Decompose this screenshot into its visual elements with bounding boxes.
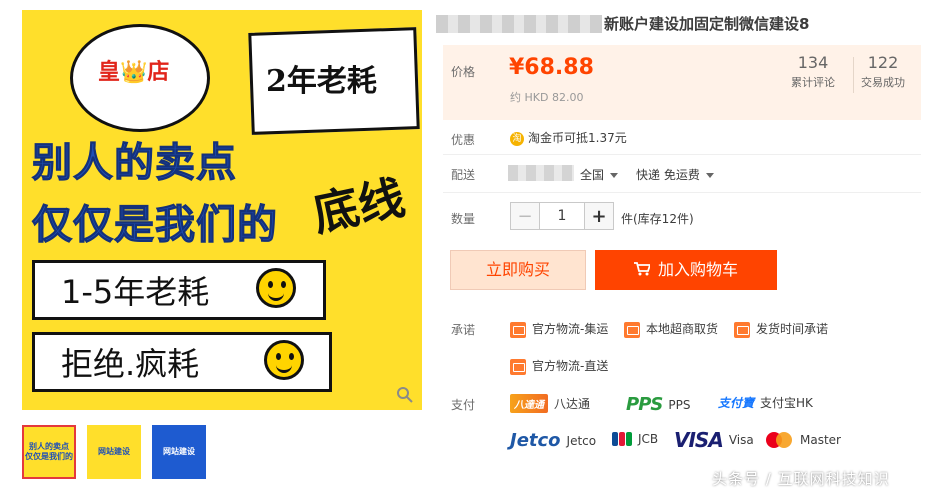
headline-line-2: 仅仅是我们的 [32,202,278,249]
payment-method-label: Jetco [566,433,597,448]
promise-item[interactable]: 本地超商取货 [624,320,718,338]
chevron-down-icon [705,173,714,178]
taojinbi-coin-icon: 淘 [510,131,524,146]
payment-method-label: JCB [638,432,659,446]
payment-method-jcb: JCB [612,432,658,446]
promise-item[interactable]: 发货时间承诺 [734,320,828,338]
pps-logo-icon: PPS [626,394,663,415]
payment-method-label: PPS [668,397,691,412]
increase-quantity-button[interactable]: + [585,203,613,229]
mastercard-logo-icon [766,432,794,448]
region-value: 全国 [580,168,605,182]
banner-1-text: 1-5年老耗 [61,273,210,311]
payment-method-octopus: 八達通 八达通 [510,394,590,413]
shipping-label: 配送 [451,168,476,182]
divider [443,154,921,155]
region-select[interactable]: 全国 [580,166,619,183]
payment-label: 支付 [451,398,476,412]
stock-text: 件(库存12件) [621,212,694,226]
truck-icon [510,358,526,375]
payment-method-master: Master [766,432,841,448]
add-to-cart-button[interactable]: 加入购物车 [595,250,777,290]
payment-method-visa: VISA Visa [674,428,754,452]
alipay-logo-icon: 支付寶 [718,396,755,410]
smiley-icon [256,268,296,308]
chevron-down-icon [610,173,619,178]
payment-method-alipay: 支付寶 支付宝HK [718,394,813,411]
price-value: ¥68.88 [509,55,594,80]
thumbnail-2-label: 网站建设 [98,447,130,457]
promise-label: 承诺 [451,323,476,337]
headline-line-1: 别人的卖点 [32,140,237,187]
stat-divider [853,57,854,93]
thumbnail-1[interactable]: 别人的卖点 仅仅是我们的 [22,425,76,479]
thumbnail-2[interactable]: 网站建设 [87,425,141,479]
logistics-icon [510,321,526,338]
sales-count: 122 [867,53,899,72]
delivery-time-icon [734,321,750,338]
magnifier-icon[interactable] [396,386,414,404]
thumbnail-3-label: 网站建设 [163,447,195,457]
reviews-stat[interactable]: 134 累计评论 [791,53,835,90]
promise-item[interactable]: 官方物流-直送 [510,357,608,375]
payment-method-jetco: Jetco Jetco [510,430,596,451]
banner-2-text: 拒绝.疯耗 [61,345,200,383]
quantity-stepper: − 1 + [510,202,614,230]
payment-method-label: 八达通 [554,397,591,411]
payment-method-pps: PPS PPS [626,394,690,415]
product-title: 新账户建设加固定制微信建设8 [604,15,810,33]
hkd-price: 约 HKD 82.00 [510,91,584,104]
quantity-input[interactable]: 1 [539,203,585,229]
add-to-cart-label: 加入购物车 [657,260,738,279]
promo-text: 淘金币可抵1.37元 [528,131,627,145]
cart-icon [633,250,652,290]
price-label: 价格 [451,65,476,79]
promo-label: 优惠 [451,133,476,147]
shipping-method-value: 快递 免运费 [636,168,700,182]
sales-label: 交易成功 [861,76,905,89]
promo-row: 淘淘金币可抵1.37元 [510,129,627,146]
bottom-line-text: 底线 [308,169,410,242]
product-title-row: 新账户建设加固定制微信建设8 [436,13,809,34]
sales-stat: 122 交易成功 [861,53,905,90]
payment-method-label: 支付宝HK [760,396,813,410]
visa-logo-icon: VISA [674,428,724,452]
reviews-count: 134 [797,53,829,72]
blurred-title-prefix [436,14,602,33]
promise-item-label: 发货时间承诺 [756,322,829,336]
jetco-logo-icon: Jetco [510,430,561,451]
promise-item-label: 官方物流-集运 [532,322,609,336]
thumbnail-strip: 别人的卖点 仅仅是我们的 网站建设 网站建设 [22,425,206,479]
octopus-logo-icon: 八達通 [510,394,548,413]
thumbnail-3[interactable]: 网站建设 [152,425,206,479]
promise-item-label: 本地超商取货 [646,322,719,336]
promise-item-label: 官方物流-直送 [532,359,609,373]
smiley-icon [264,340,304,380]
shop-badge-text: 皇👑店 [98,59,170,85]
blurred-origin [508,165,574,181]
decrease-quantity-button[interactable]: − [511,203,539,229]
main-product-image[interactable]: 皇👑店 2年老耗 别人的卖点 仅仅是我们的 底线 1-5年老耗 拒绝.疯耗 [22,10,422,410]
price-panel: 价格 ¥68.88 约 HKD 82.00 134 累计评论 122 交易成功 [443,45,921,120]
payment-method-label: Master [800,433,841,447]
reviews-label: 累计评论 [791,76,835,89]
years-bubble-text: 2年老耗 [266,64,377,99]
promise-item[interactable]: 官方物流-集运 [510,320,608,338]
payment-method-label: Visa [728,433,754,447]
quantity-label: 数量 [451,212,476,226]
divider [443,192,921,193]
buy-now-button[interactable]: 立即购买 [450,250,586,290]
store-pickup-icon [624,321,640,338]
watermark-text: 头条号 / 互联网科技知识 [712,470,890,488]
shipping-method-select[interactable]: 快递 免运费 [636,166,714,183]
thumbnail-1-label: 别人的卖点 仅仅是我们的 [25,442,73,461]
jcb-logo-icon [612,432,632,446]
